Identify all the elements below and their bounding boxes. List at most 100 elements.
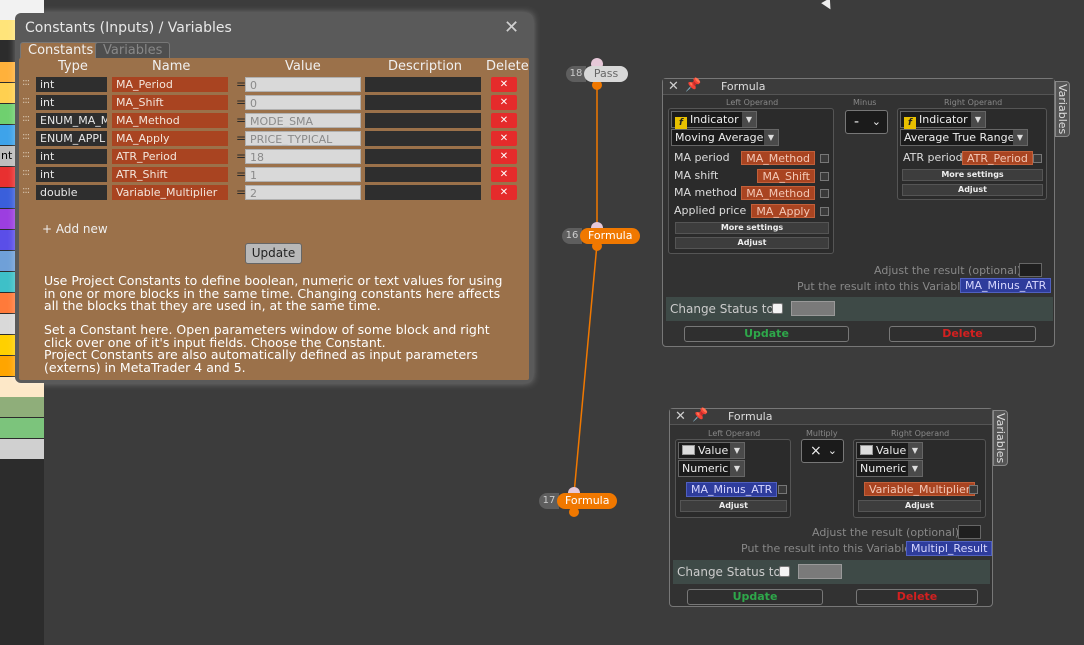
param-constant[interactable]: MA_Method — [741, 151, 815, 165]
param-checkbox[interactable] — [969, 485, 978, 494]
type-field[interactable]: int — [36, 77, 107, 92]
name-field[interactable]: Variable_Multiplier — [112, 185, 228, 200]
column-header-type: Type — [58, 59, 88, 74]
close-icon[interactable]: ✕ — [668, 80, 679, 94]
description-field[interactable] — [365, 131, 481, 146]
pin-icon[interactable]: 📌 — [692, 408, 708, 423]
delete-row-button[interactable]: ✕ — [491, 149, 517, 164]
operand-kind-select[interactable]: Value ▼ — [678, 442, 745, 459]
delete-button[interactable]: Delete — [889, 326, 1036, 342]
indicator-select[interactable]: Moving Average ▼ — [671, 129, 779, 146]
delete-button[interactable]: Delete — [856, 589, 978, 605]
value-field[interactable]: MODE_SMA — [245, 113, 361, 128]
description-field[interactable] — [365, 113, 481, 128]
change-status-checkbox[interactable] — [779, 566, 790, 577]
status-field[interactable] — [798, 564, 842, 579]
value-field[interactable]: 18 — [245, 149, 361, 164]
drag-handle-icon[interactable]: ::: — [22, 149, 30, 160]
description-field[interactable] — [365, 77, 481, 92]
update-button[interactable]: Update — [245, 243, 302, 264]
param-constant[interactable]: ATR_Period — [962, 151, 1033, 165]
close-icon[interactable]: ✕ — [675, 410, 686, 424]
param-checkbox[interactable] — [820, 189, 829, 198]
value-field[interactable]: 0 — [245, 77, 361, 92]
param-checkbox[interactable] — [1033, 154, 1042, 163]
description-field[interactable] — [365, 167, 481, 182]
param-checkbox[interactable] — [820, 171, 829, 181]
operand-kind-select[interactable]: f Indicator ▼ — [671, 111, 757, 129]
variables-side-tab[interactable]: Variables — [1055, 81, 1070, 137]
description-field[interactable] — [365, 95, 481, 110]
indicator-select[interactable]: Average True Range ▼ — [900, 129, 1028, 146]
operand-constant[interactable]: Variable_Multiplier — [864, 482, 976, 496]
operator-select[interactable]: × ⌄ — [801, 439, 844, 463]
variables-side-tab[interactable]: Variables — [993, 410, 1008, 466]
status-field[interactable] — [791, 301, 835, 316]
drag-handle-icon[interactable]: ::: — [22, 167, 30, 178]
operator-select[interactable]: - ⌄ — [845, 110, 888, 134]
value-field[interactable]: 2 — [245, 185, 361, 200]
drag-handle-icon[interactable]: ::: — [22, 77, 30, 88]
param-constant[interactable]: MA_Method — [741, 186, 815, 200]
value-type-select[interactable]: Numeric ▼ — [856, 460, 923, 477]
drag-handle-icon[interactable]: ::: — [22, 95, 30, 106]
adjust-result-field[interactable] — [1019, 263, 1042, 277]
param-constant[interactable]: MA_Apply — [751, 203, 815, 218]
delete-row-button[interactable]: ✕ — [491, 77, 517, 92]
name-field[interactable]: MA_Method — [112, 113, 228, 128]
add-new-button[interactable]: + Add new — [42, 222, 108, 236]
node-formula-16[interactable]: 16 Formula — [562, 228, 641, 244]
param-checkbox[interactable] — [778, 485, 787, 494]
description-field[interactable] — [365, 185, 481, 200]
result-variable[interactable]: Multipl_Result — [906, 541, 993, 556]
node-label: Formula — [557, 493, 618, 509]
type-field[interactable]: double — [36, 185, 107, 200]
adjust-button[interactable]: Adjust — [902, 184, 1043, 196]
operand-variable[interactable]: MA_Minus_ATR — [686, 482, 778, 497]
type-field[interactable]: int — [36, 149, 107, 164]
result-variable[interactable]: MA_Minus_ATR — [960, 278, 1052, 293]
more-settings-button[interactable]: More settings — [675, 222, 829, 234]
param-checkbox[interactable] — [820, 154, 829, 163]
drag-handle-icon[interactable]: ::: — [22, 131, 30, 142]
drag-handle-icon[interactable]: ::: — [22, 185, 30, 196]
type-field[interactable]: int — [36, 167, 107, 182]
value-field[interactable]: 1 — [245, 167, 361, 182]
param-checkbox[interactable] — [820, 206, 829, 216]
value-field[interactable]: PRICE_TYPICAL — [245, 131, 361, 146]
name-field[interactable]: MA_Apply — [112, 131, 228, 146]
type-field[interactable]: int — [36, 95, 107, 110]
delete-row-button[interactable]: ✕ — [491, 131, 517, 146]
pin-icon[interactable]: 📌 — [685, 78, 701, 93]
name-field[interactable]: MA_Period — [112, 77, 228, 92]
delete-row-button[interactable]: ✕ — [491, 167, 517, 182]
update-button[interactable]: Update — [684, 326, 849, 342]
update-button[interactable]: Update — [687, 589, 823, 605]
delete-row-button[interactable]: ✕ — [491, 185, 517, 200]
value-field[interactable]: 0 — [245, 95, 361, 110]
adjust-button[interactable]: Adjust — [675, 237, 829, 249]
change-status-checkbox[interactable] — [772, 303, 783, 314]
type-field[interactable]: ENUM_APPL — [36, 131, 107, 146]
delete-row-button[interactable]: ✕ — [491, 113, 517, 128]
type-field[interactable]: ENUM_MA_M — [36, 113, 107, 128]
value-type-select[interactable]: Numeric ▼ — [678, 460, 745, 477]
more-settings-button[interactable]: More settings — [902, 169, 1043, 181]
description-field[interactable] — [365, 149, 481, 164]
operand-kind-select[interactable]: Value ▼ — [856, 442, 923, 459]
name-field[interactable]: MA_Shift — [112, 95, 228, 110]
tab-variables[interactable]: Variables — [95, 42, 171, 59]
adjust-button[interactable]: Adjust — [680, 500, 787, 512]
drag-handle-icon[interactable]: ::: — [22, 113, 30, 124]
param-constant[interactable]: MA_Shift — [757, 168, 815, 183]
operand-kind-select[interactable]: f Indicator ▼ — [900, 111, 986, 129]
node-formula-17[interactable]: 17 Formula — [539, 493, 618, 509]
tab-constants[interactable]: Constants — [20, 42, 102, 59]
adjust-result-field[interactable] — [958, 525, 981, 539]
adjust-button[interactable]: Adjust — [858, 500, 981, 512]
name-field[interactable]: ATR_Period — [112, 149, 228, 164]
delete-row-button[interactable]: ✕ — [491, 95, 517, 110]
name-field[interactable]: ATR_Shift — [112, 167, 228, 182]
close-icon[interactable]: ✕ — [504, 19, 519, 37]
node-pass[interactable]: 18 Pass — [566, 66, 628, 82]
